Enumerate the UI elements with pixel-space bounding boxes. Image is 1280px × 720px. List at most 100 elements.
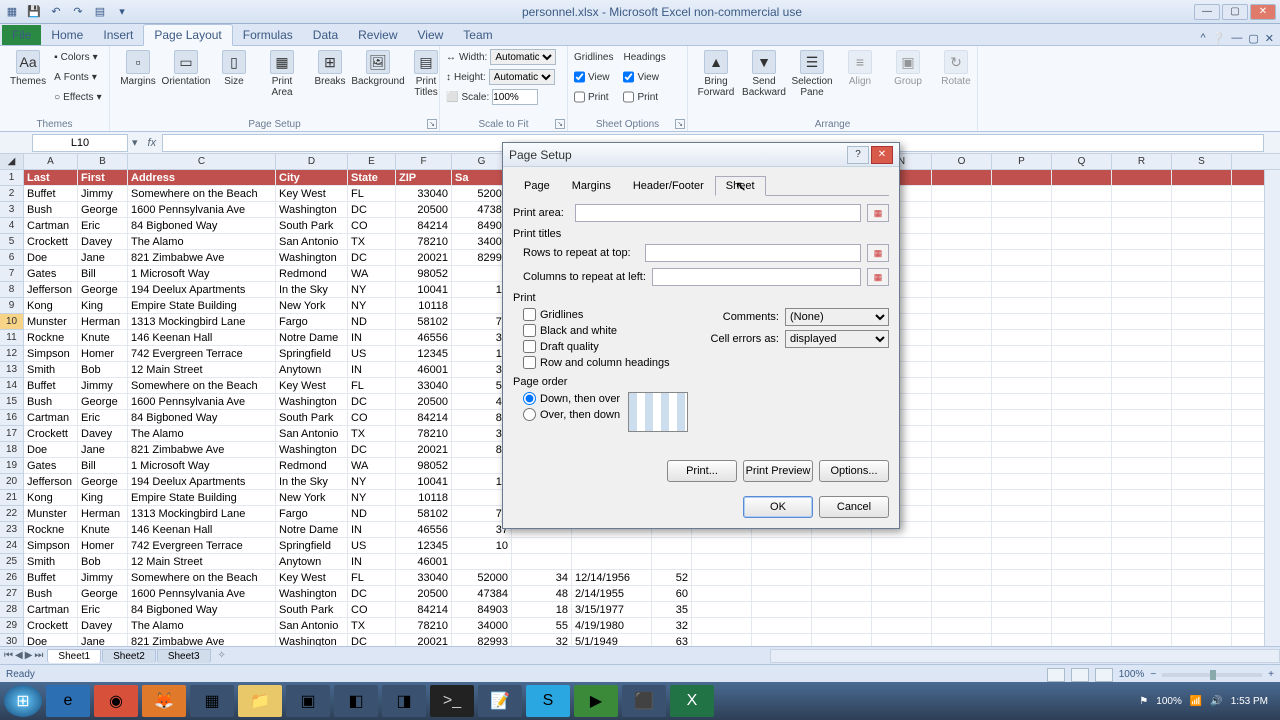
cell[interactable]: Herman <box>78 506 128 521</box>
cell[interactable] <box>932 282 992 297</box>
cell[interactable] <box>1172 266 1232 281</box>
rowcol-check[interactable]: Row and column headings <box>513 356 693 369</box>
cell[interactable]: Springfield <box>276 538 348 553</box>
cell[interactable] <box>932 186 992 201</box>
cell[interactable] <box>872 570 932 585</box>
row-header[interactable]: 2 <box>0 186 23 202</box>
cell[interactable]: Eric <box>78 218 128 233</box>
cell[interactable]: DC <box>348 634 396 646</box>
cell[interactable]: 78210 <box>396 618 452 633</box>
cell[interactable]: Homer <box>78 538 128 553</box>
cell[interactable]: Eric <box>78 410 128 425</box>
cell[interactable] <box>1172 170 1232 185</box>
cell[interactable]: South Park <box>276 602 348 617</box>
cell[interactable] <box>812 618 872 633</box>
cell[interactable]: 1 Microsoft Way <box>128 458 276 473</box>
cell[interactable]: Eric <box>78 602 128 617</box>
cell[interactable]: 35 <box>652 602 692 617</box>
cell[interactable]: Address <box>128 170 276 185</box>
cell[interactable]: Davey <box>78 426 128 441</box>
cols-repeat-ref-icon[interactable]: ▦ <box>867 268 889 286</box>
row-header[interactable]: 9 <box>0 298 23 314</box>
cell[interactable]: Buffet <box>24 378 78 393</box>
cell[interactable] <box>992 234 1052 249</box>
cell[interactable] <box>1052 250 1112 265</box>
cell[interactable]: Key West <box>276 570 348 585</box>
col-header[interactable]: Q <box>1052 154 1112 169</box>
cell[interactable] <box>1172 522 1232 537</box>
taskbar-chrome-icon[interactable]: ◉ <box>94 685 138 717</box>
scale-input[interactable] <box>492 89 538 105</box>
cell[interactable] <box>932 490 992 505</box>
cell[interactable] <box>1052 202 1112 217</box>
horizontal-scrollbar[interactable] <box>770 649 1280 663</box>
cell[interactable]: 98052 <box>396 266 452 281</box>
margins-button[interactable]: ▫Margins <box>116 48 160 89</box>
fx-icon[interactable]: fx <box>148 137 157 149</box>
cell[interactable] <box>1052 330 1112 345</box>
taskbar-app3-icon[interactable]: ◧ <box>334 685 378 717</box>
down-over-radio[interactable]: Down, then over <box>513 392 620 405</box>
cell[interactable]: 82993 <box>452 634 512 646</box>
row-header[interactable]: 4 <box>0 218 23 234</box>
row-header[interactable]: 18 <box>0 442 23 458</box>
cell[interactable] <box>932 458 992 473</box>
col-header[interactable]: E <box>348 154 396 169</box>
cell[interactable] <box>1172 330 1232 345</box>
cell[interactable]: South Park <box>276 410 348 425</box>
cell[interactable] <box>1112 202 1172 217</box>
cell[interactable] <box>992 330 1052 345</box>
cell[interactable] <box>812 570 872 585</box>
cell[interactable]: 146 Keenan Hall <box>128 330 276 345</box>
print-area-ref-icon[interactable]: ▦ <box>867 204 889 222</box>
cell[interactable]: Smith <box>24 362 78 377</box>
cell[interactable]: Key West <box>276 378 348 393</box>
cell[interactable]: IN <box>348 522 396 537</box>
cell[interactable] <box>692 570 752 585</box>
cell[interactable]: IN <box>348 362 396 377</box>
cell[interactable] <box>932 346 992 361</box>
cell[interactable]: Rockne <box>24 522 78 537</box>
cell[interactable]: 20500 <box>396 394 452 409</box>
cell[interactable] <box>992 474 1052 489</box>
cell[interactable]: San Antonio <box>276 426 348 441</box>
cell[interactable]: San Antonio <box>276 234 348 249</box>
tray-time[interactable]: 1:53 PM <box>1231 696 1268 707</box>
cell[interactable] <box>752 538 812 553</box>
dlg-tab-header-footer[interactable]: Header/Footer <box>622 176 715 196</box>
cell[interactable]: 46001 <box>396 362 452 377</box>
table-row[interactable]: SimpsonHomer742 Evergreen TerraceSpringf… <box>24 538 1280 554</box>
cell[interactable] <box>872 554 932 569</box>
cell[interactable]: Redmond <box>276 266 348 281</box>
cell[interactable]: WA <box>348 266 396 281</box>
ok-button[interactable]: OK <box>743 496 813 518</box>
taskbar-skype-icon[interactable]: S <box>526 685 570 717</box>
cell[interactable] <box>992 570 1052 585</box>
start-button[interactable]: ⊞ <box>4 685 42 717</box>
cell[interactable] <box>1112 234 1172 249</box>
cell[interactable] <box>872 586 932 601</box>
taskbar-app-icon[interactable]: ▦ <box>190 685 234 717</box>
cell[interactable]: Buffet <box>24 186 78 201</box>
dlg-tab-sheet[interactable]: Sheet <box>715 176 766 196</box>
cell[interactable]: 10 <box>452 538 512 553</box>
cell[interactable] <box>932 378 992 393</box>
cell[interactable] <box>1112 394 1172 409</box>
cell[interactable]: Crockett <box>24 426 78 441</box>
cell[interactable]: 63 <box>652 634 692 646</box>
cell[interactable]: 12345 <box>396 346 452 361</box>
cell[interactable]: Smith <box>24 554 78 569</box>
cell[interactable] <box>1112 362 1172 377</box>
cell[interactable] <box>1172 218 1232 233</box>
zoom-in-icon[interactable]: + <box>1268 669 1274 680</box>
cell[interactable]: Kong <box>24 298 78 313</box>
cell[interactable]: 52 <box>652 570 692 585</box>
cell[interactable]: San Antonio <box>276 618 348 633</box>
cell[interactable]: 12345 <box>396 538 452 553</box>
cell[interactable]: Gates <box>24 266 78 281</box>
col-header[interactable]: S <box>1172 154 1232 169</box>
col-header[interactable]: P <box>992 154 1052 169</box>
cell[interactable]: 1313 Mockingbird Lane <box>128 506 276 521</box>
cell[interactable] <box>872 602 932 617</box>
cell[interactable] <box>992 218 1052 233</box>
